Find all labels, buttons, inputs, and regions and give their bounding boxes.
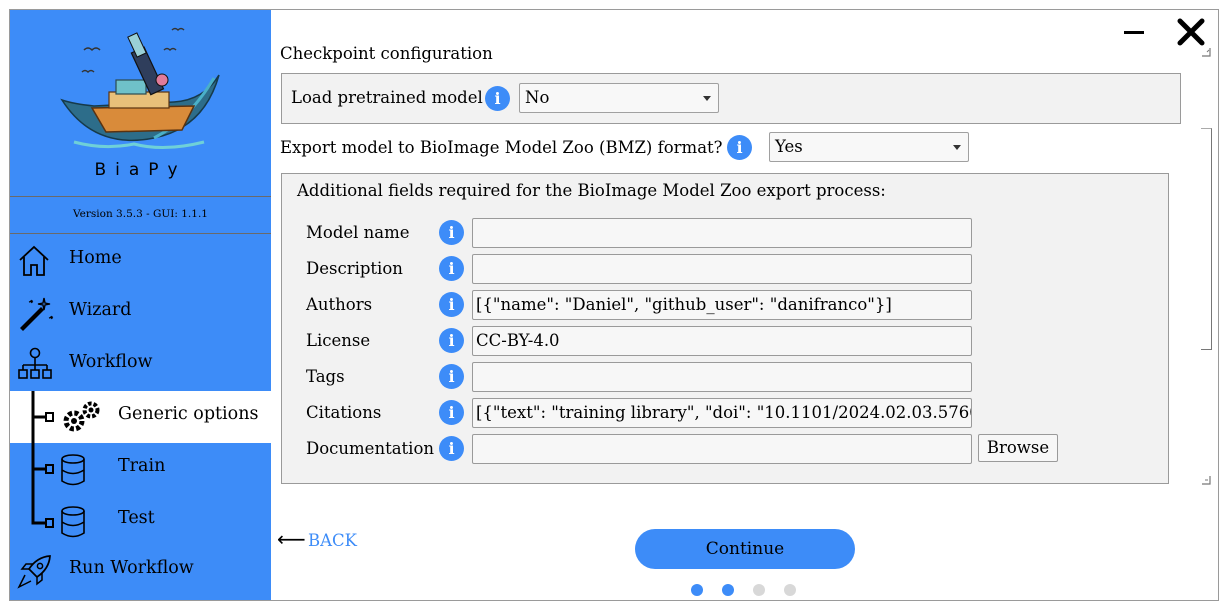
load-pretrained-select[interactable]: No (519, 83, 719, 113)
description-label: Description (306, 259, 403, 278)
sidebar-item-label: Train (118, 456, 166, 476)
model-name-label: Model name (306, 223, 410, 242)
sidebar: BiaPy Version 3.5.3 - GUI: 1.1.1 Home Wi… (10, 10, 271, 600)
sidebar-item-label: Workflow (69, 352, 153, 372)
sidebar-item-train[interactable]: Train (10, 443, 271, 495)
back-label: BACK (308, 531, 357, 550)
tags-label: Tags (306, 367, 345, 386)
export-bmz-select[interactable]: Yes (769, 132, 969, 162)
page-dot-2[interactable] (722, 584, 734, 596)
bmz-fields-group: Additional fields required for the BioIm… (281, 173, 1169, 484)
close-icon[interactable] (1175, 16, 1207, 48)
model-name-field[interactable] (472, 218, 972, 248)
scroll-thumb[interactable] (1201, 128, 1212, 350)
authors-label: Authors (306, 295, 373, 314)
page-dot-1[interactable] (691, 584, 703, 596)
citations-label: Citations (306, 403, 382, 422)
documentation-label: Documentation (306, 439, 435, 458)
sidebar-item-generic-options[interactable]: Generic options (10, 391, 271, 443)
sidebar-item-label: Run Workflow (69, 558, 194, 578)
sidebar-item-wizard[interactable]: Wizard (10, 287, 271, 339)
description-field[interactable] (472, 254, 972, 284)
documentation-field[interactable] (472, 434, 972, 464)
license-label: License (306, 331, 371, 350)
divider (10, 233, 271, 234)
tags-field[interactable] (472, 362, 972, 392)
main-panel: Checkpoint configuration Load pretrained… (271, 10, 1218, 600)
sidebar-item-workflow[interactable]: Workflow (10, 339, 271, 391)
citations-field[interactable]: [{"text": "training library", "doi": "10… (472, 398, 972, 428)
info-icon[interactable]: i (439, 400, 464, 425)
minimize-icon[interactable] (1119, 16, 1151, 48)
magic-wand-icon (20, 297, 54, 331)
rocket-icon (17, 555, 51, 589)
select-value: Yes (775, 137, 803, 156)
load-pretrained-group: Load pretrained model i No (281, 73, 1181, 124)
section-title: Checkpoint configuration (280, 44, 493, 63)
bmz-group-heading: Additional fields required for the BioIm… (297, 181, 886, 200)
sidebar-item-label: Test (118, 508, 155, 528)
authors-field[interactable]: [{"name": "Daniel", "github_user": "dani… (472, 290, 972, 320)
license-field[interactable]: CC-BY-4.0 (472, 326, 972, 356)
app-window: BiaPy Version 3.5.3 - GUI: 1.1.1 Home Wi… (9, 9, 1219, 601)
continue-button[interactable]: Continue (635, 529, 855, 569)
select-value: No (525, 88, 550, 107)
sidebar-item-home[interactable]: Home (10, 235, 271, 287)
info-icon[interactable]: i (727, 135, 752, 160)
divider (10, 196, 271, 197)
page-dot-3[interactable] (753, 584, 765, 596)
sidebar-item-label: Home (69, 248, 122, 268)
tree-connector-icon (31, 443, 54, 495)
sidebar-item-label: Generic options (118, 404, 259, 424)
logo: BiaPy (10, 10, 271, 196)
vertical-scrollbar[interactable] (1200, 46, 1212, 486)
export-bmz-label: Export model to BioImage Model Zoo (BMZ)… (280, 138, 723, 157)
info-icon[interactable]: i (439, 256, 464, 281)
sidebar-item-test[interactable]: Test (10, 495, 271, 547)
home-icon (19, 245, 49, 276)
tree-connector-icon (31, 495, 54, 528)
back-arrow-icon: ⟵ (277, 527, 306, 551)
browse-button[interactable]: Browse (978, 434, 1058, 462)
info-icon[interactable]: i (439, 220, 464, 245)
database-icon (61, 454, 85, 486)
info-icon[interactable]: i (439, 328, 464, 353)
gears-icon (63, 401, 100, 432)
page-dot-4[interactable] (784, 584, 796, 596)
scroll-down-icon[interactable] (1200, 474, 1212, 486)
sidebar-item-label: Wizard (69, 300, 132, 320)
info-icon[interactable]: i (439, 292, 464, 317)
sidebar-item-run-workflow[interactable]: Run Workflow (10, 545, 271, 597)
version-label: Version 3.5.3 - GUI: 1.1.1 (73, 208, 208, 220)
load-pretrained-label: Load pretrained model (291, 88, 483, 107)
info-icon[interactable]: i (439, 364, 464, 389)
biapy-logo-icon (60, 27, 220, 150)
tree-connector-icon (31, 391, 54, 443)
chevron-down-icon (953, 145, 961, 150)
scroll-up-icon[interactable] (1200, 46, 1212, 58)
app-name: BiaPy (94, 160, 187, 180)
chevron-down-icon (703, 96, 711, 101)
workflow-icon (18, 347, 52, 379)
database-icon (61, 506, 85, 538)
info-icon[interactable]: i (485, 86, 510, 111)
info-icon[interactable]: i (439, 436, 464, 461)
